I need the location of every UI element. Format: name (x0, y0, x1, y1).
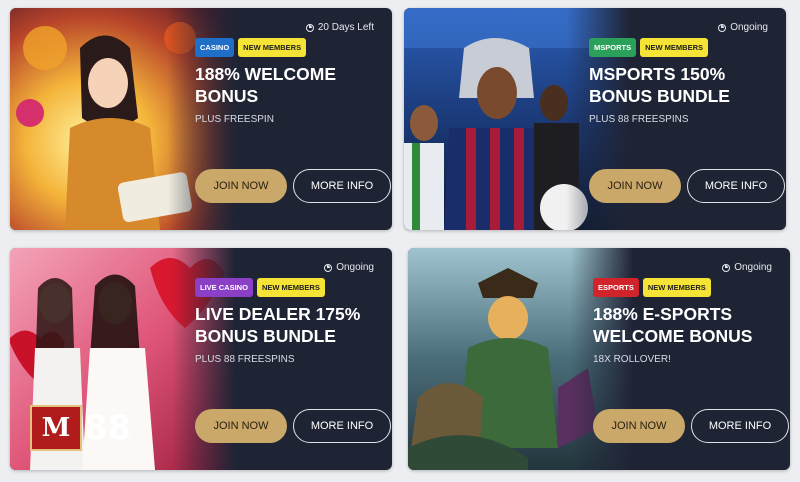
promo-title: 188% E-SPORTS WELCOME BONUS (593, 304, 753, 346)
tag-row: LIVE CASINO NEW MEMBERS (195, 278, 325, 297)
category-badge: MSPORTS (589, 38, 637, 57)
promo-card-msports: Ongoing MSPORTS NEW MEMBERS MSPORTS 150%… (404, 8, 786, 230)
promo-info: Ongoing LIVE CASINO NEW MEMBERS LIVE DEA… (188, 248, 392, 470)
promo-subtitle: PLUS FREESPIN (195, 114, 274, 125)
promo-card-casino: 20 Days Left CASINO NEW MEMBERS 188% WEL… (10, 8, 392, 230)
clock-icon (722, 263, 731, 272)
promo-subtitle: PLUS 88 FREESPINS (589, 114, 689, 125)
status-indicator: Ongoing (324, 262, 374, 273)
join-now-button[interactable]: JOIN NOW (195, 169, 287, 203)
promo-info: Ongoing ESPORTS NEW MEMBERS 188% E-SPORT… (586, 248, 790, 470)
join-now-button[interactable]: JOIN NOW (589, 169, 681, 203)
promo-subtitle: 18X ROLLOVER! (593, 354, 671, 365)
clock-icon (305, 23, 314, 32)
logo-88: 88 (84, 408, 132, 448)
status-text: Ongoing (734, 262, 772, 273)
promo-title: 188% WELCOME BONUS (195, 64, 336, 106)
status-indicator: Ongoing (722, 262, 772, 273)
promo-subtitle: PLUS 88 FREESPINS (195, 354, 295, 365)
promo-info: 20 Days Left CASINO NEW MEMBERS 188% WEL… (188, 8, 392, 230)
promo-title: LIVE DEALER 175% BONUS BUNDLE (195, 304, 361, 346)
tag-row: ESPORTS NEW MEMBERS (593, 278, 711, 297)
new-members-badge: NEW MEMBERS (256, 278, 325, 297)
join-now-button[interactable]: JOIN NOW (195, 409, 287, 443)
category-badge: ESPORTS (593, 278, 639, 297)
more-info-button[interactable]: MORE INFO (293, 409, 391, 443)
m88-watermark-logo: M 88 (30, 405, 131, 451)
promo-info: Ongoing MSPORTS NEW MEMBERS MSPORTS 150%… (582, 8, 786, 230)
tag-row: MSPORTS NEW MEMBERS (589, 38, 709, 57)
clock-icon (718, 23, 727, 32)
new-members-badge: NEW MEMBERS (642, 278, 711, 297)
logo-m-mark: M (30, 405, 82, 451)
join-now-button[interactable]: JOIN NOW (593, 409, 685, 443)
new-members-badge: NEW MEMBERS (640, 38, 709, 57)
status-indicator: Ongoing (718, 22, 768, 33)
status-text: Ongoing (336, 262, 374, 273)
promo-card-esports: Ongoing ESPORTS NEW MEMBERS 188% E-SPORT… (408, 248, 790, 470)
promo-title: MSPORTS 150% BONUS BUNDLE (589, 64, 730, 106)
category-badge: CASINO (195, 38, 235, 57)
more-info-button[interactable]: MORE INFO (687, 169, 785, 203)
new-members-badge: NEW MEMBERS (238, 38, 307, 57)
status-indicator: 20 Days Left (305, 22, 374, 33)
category-badge: LIVE CASINO (195, 278, 253, 297)
more-info-button[interactable]: MORE INFO (293, 169, 391, 203)
status-text: Ongoing (730, 22, 768, 33)
tag-row: CASINO NEW MEMBERS (195, 38, 307, 57)
clock-icon (324, 263, 333, 272)
status-text: 20 Days Left (317, 22, 374, 33)
more-info-button[interactable]: MORE INFO (691, 409, 789, 443)
